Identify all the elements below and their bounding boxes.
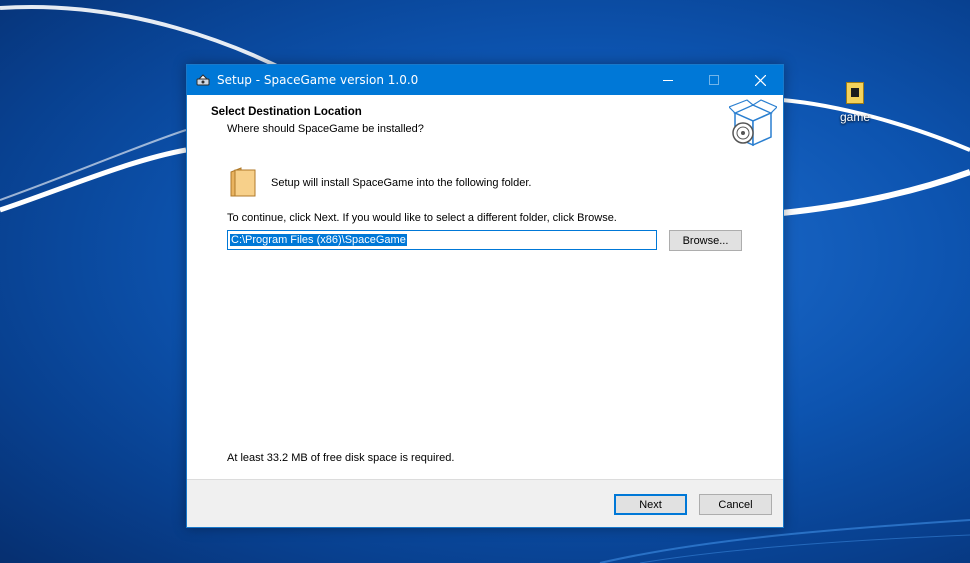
wizard-header: Select Destination Location Where should… [187,95,783,153]
maximize-button[interactable] [691,65,737,95]
folder-icon [230,167,256,197]
setup-box-icon [729,99,777,147]
wizard-footer: Next Cancel [187,479,783,527]
minimize-button[interactable] [645,65,691,95]
page-subtitle: Where should SpaceGame be installed? [227,123,424,135]
desktop: game Setup - SpaceGame version 1.0.0 Sel… [0,0,970,563]
next-button[interactable]: Next [614,494,687,515]
intro-text: Setup will install SpaceGame into the fo… [271,177,532,189]
page-title: Select Destination Location [211,106,362,118]
desktop-icon-game[interactable]: game [830,82,880,124]
minimize-icon [663,80,673,81]
window-controls [645,65,783,95]
disk-space-text: At least 33.2 MB of free disk space is r… [227,452,455,464]
title-bar[interactable]: Setup - SpaceGame version 1.0.0 [187,65,783,95]
setup-window: Setup - SpaceGame version 1.0.0 Select D… [186,64,784,528]
destination-path-value: C:\Program Files (x86)\SpaceGame [230,234,407,246]
desktop-icon-label: game [839,110,871,124]
maximize-icon [709,75,719,85]
close-button[interactable] [737,65,783,95]
window-title: Setup - SpaceGame version 1.0.0 [217,73,419,87]
destination-path-input[interactable]: C:\Program Files (x86)\SpaceGame [227,230,657,250]
browse-button[interactable]: Browse... [669,230,742,251]
instruction-text: To continue, click Next. If you would li… [227,212,617,224]
app-icon [196,74,210,86]
close-icon [754,74,766,86]
desktop-file-icon [846,82,864,104]
wizard-body: Setup will install SpaceGame into the fo… [187,153,783,510]
cancel-button[interactable]: Cancel [699,494,772,515]
